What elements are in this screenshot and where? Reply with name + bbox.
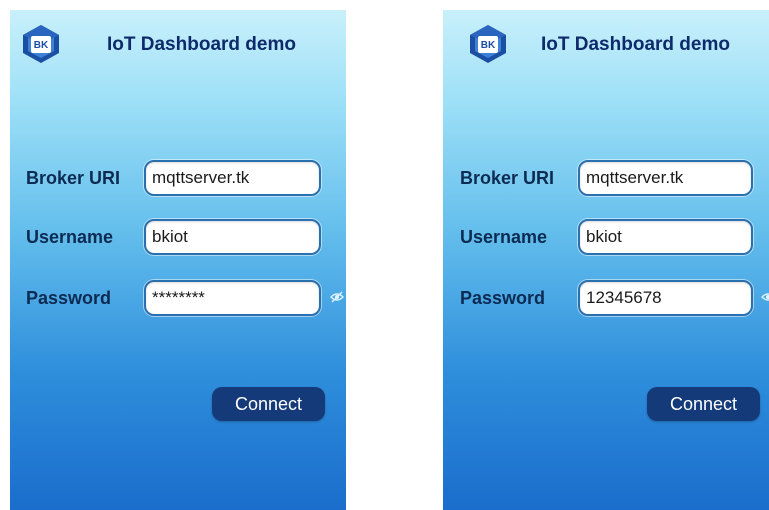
- eye-icon[interactable]: [761, 290, 769, 304]
- app-comparison: BK IoT Dashboard demo Broker URI mqttser…: [0, 0, 769, 510]
- bk-logo: BK: [22, 24, 60, 64]
- password-input[interactable]: ********: [144, 280, 321, 316]
- broker-uri-value: mqttserver.tk: [152, 168, 250, 187]
- app-title: IoT Dashboard demo: [541, 34, 730, 55]
- broker-uri-label: Broker URI: [460, 168, 555, 188]
- username-value: bkiot: [586, 227, 622, 246]
- logo-text: BK: [34, 40, 49, 51]
- eye-off-icon[interactable]: [330, 290, 344, 304]
- connect-button[interactable]: Connect: [647, 387, 760, 421]
- username-value: bkiot: [152, 227, 188, 246]
- login-screen-visible: BK IoT Dashboard demo Broker URI mqttser…: [443, 10, 769, 510]
- password-input[interactable]: 12345678: [578, 280, 753, 316]
- login-screen-masked: BK IoT Dashboard demo Broker URI mqttser…: [10, 10, 346, 510]
- connect-button[interactable]: Connect: [212, 387, 325, 421]
- password-value: 12345678: [586, 288, 662, 307]
- app-title: IoT Dashboard demo: [107, 34, 296, 55]
- username-label: Username: [460, 227, 548, 247]
- username-input[interactable]: bkiot: [578, 219, 753, 255]
- broker-uri-value: mqttserver.tk: [586, 168, 684, 187]
- username-label: Username: [26, 227, 114, 247]
- bk-logo: BK: [469, 24, 507, 64]
- password-label: Password: [460, 288, 546, 308]
- broker-uri-label: Broker URI: [26, 168, 121, 188]
- password-value: ********: [152, 288, 205, 307]
- logo-text: BK: [481, 40, 496, 51]
- password-label: Password: [26, 288, 112, 308]
- broker-uri-input[interactable]: mqttserver.tk: [578, 160, 753, 196]
- broker-uri-input[interactable]: mqttserver.tk: [144, 160, 321, 196]
- username-input[interactable]: bkiot: [144, 219, 321, 255]
